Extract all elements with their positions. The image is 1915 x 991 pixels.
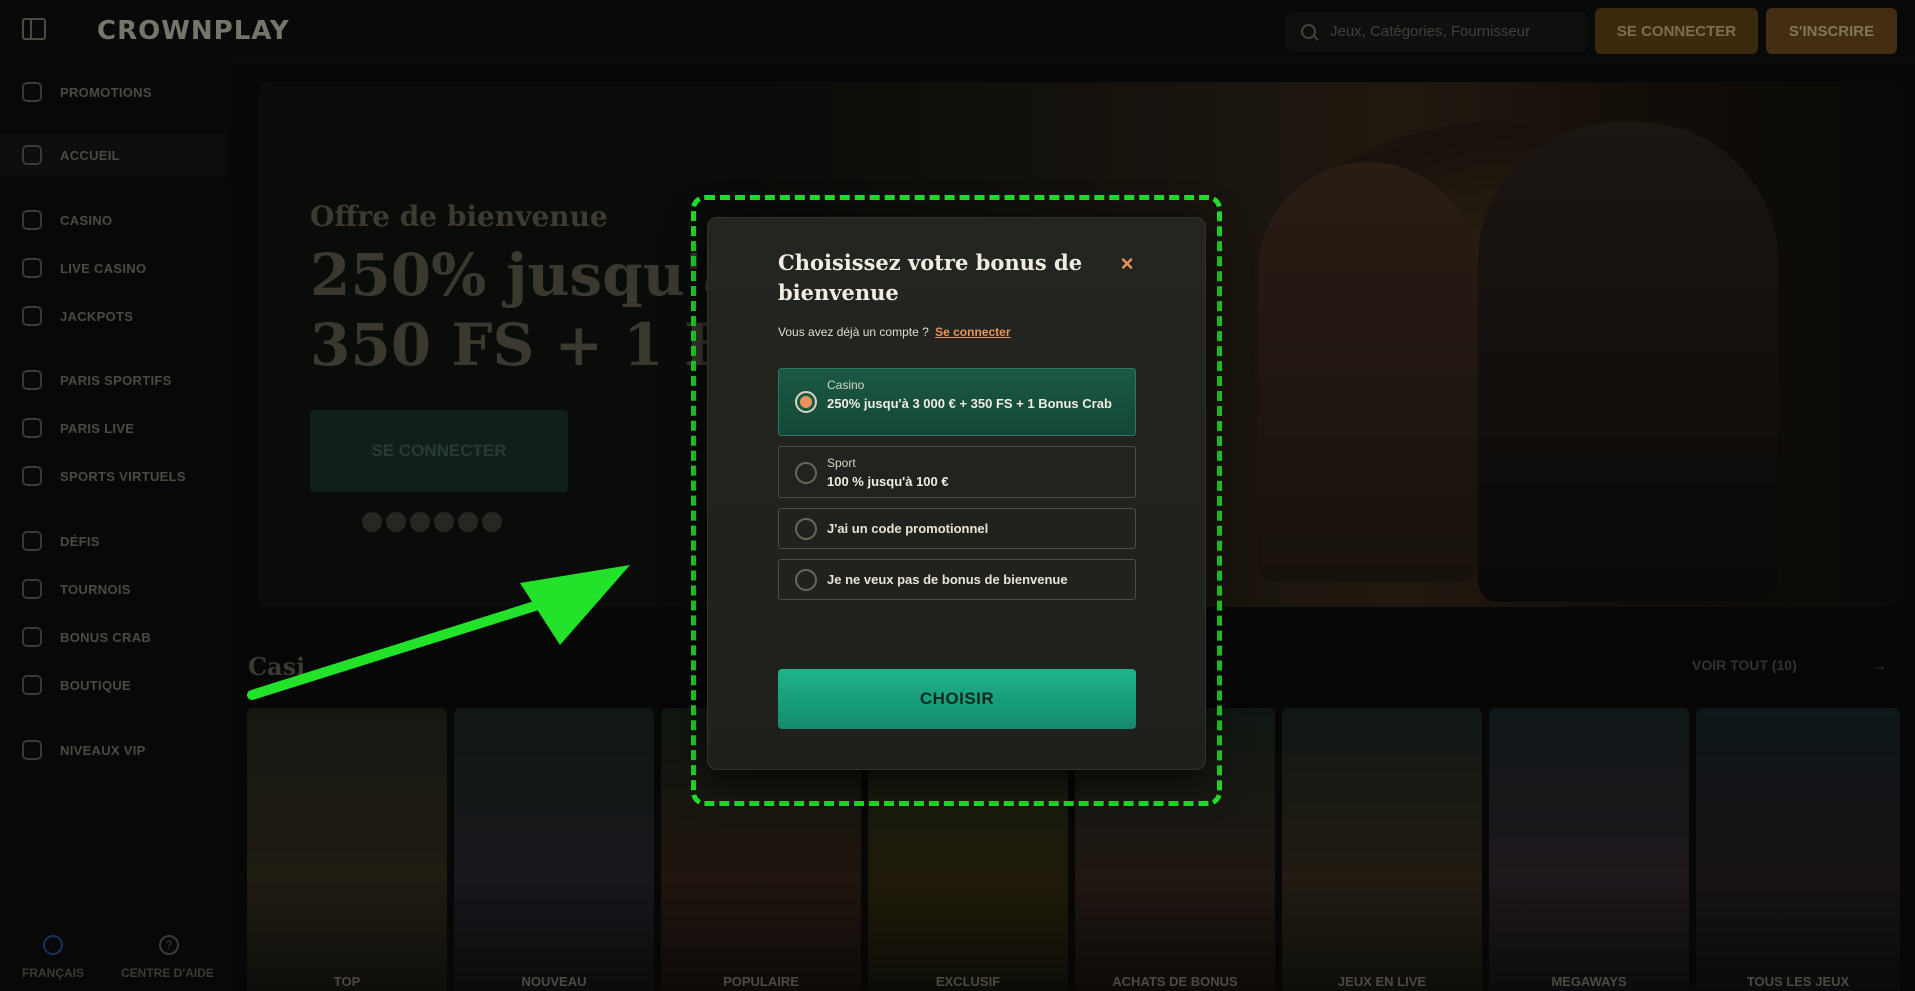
modal-login-link[interactable]: Se connecter [935, 325, 1010, 339]
have-account-text: Vous avez déjà un compte ? Se connecter [778, 325, 1011, 339]
option-value: 100 % jusqu'à 100 € [827, 474, 949, 489]
close-icon[interactable]: × [1114, 251, 1140, 277]
annotation-arrow [247, 565, 630, 700]
option-label: Je ne veux pas de bonus de bienvenue [827, 572, 1068, 587]
radio-sport[interactable] [795, 462, 817, 484]
option-value: 250% jusqu'à 3 000 € + 350 FS + 1 Bonus … [827, 396, 1112, 411]
choose-button[interactable]: CHOISIR [778, 669, 1136, 729]
bonus-option-casino[interactable]: Casino 250% jusqu'à 3 000 € + 350 FS + 1… [778, 368, 1136, 436]
option-category: Casino [827, 378, 865, 392]
option-category: Sport [827, 456, 856, 470]
bonus-option-sport[interactable]: Sport 100 % jusqu'à 100 € [778, 446, 1136, 498]
welcome-bonus-modal: Choisissez votre bonus de bienvenue × Vo… [707, 217, 1206, 770]
radio-promo-code[interactable] [795, 518, 817, 540]
modal-title: Choisissez votre bonus de bienvenue [778, 250, 1083, 305]
bonus-option-promo-code[interactable]: J'ai un code promotionnel [778, 508, 1136, 549]
have-account-label: Vous avez déjà un compte ? [778, 325, 929, 339]
option-label: J'ai un code promotionnel [827, 521, 989, 536]
radio-no-bonus[interactable] [795, 569, 817, 591]
arrow-shaft [247, 590, 575, 700]
radio-casino[interactable] [795, 391, 817, 413]
arrow-head [520, 565, 630, 645]
bonus-option-no-bonus[interactable]: Je ne veux pas de bonus de bienvenue [778, 559, 1136, 600]
